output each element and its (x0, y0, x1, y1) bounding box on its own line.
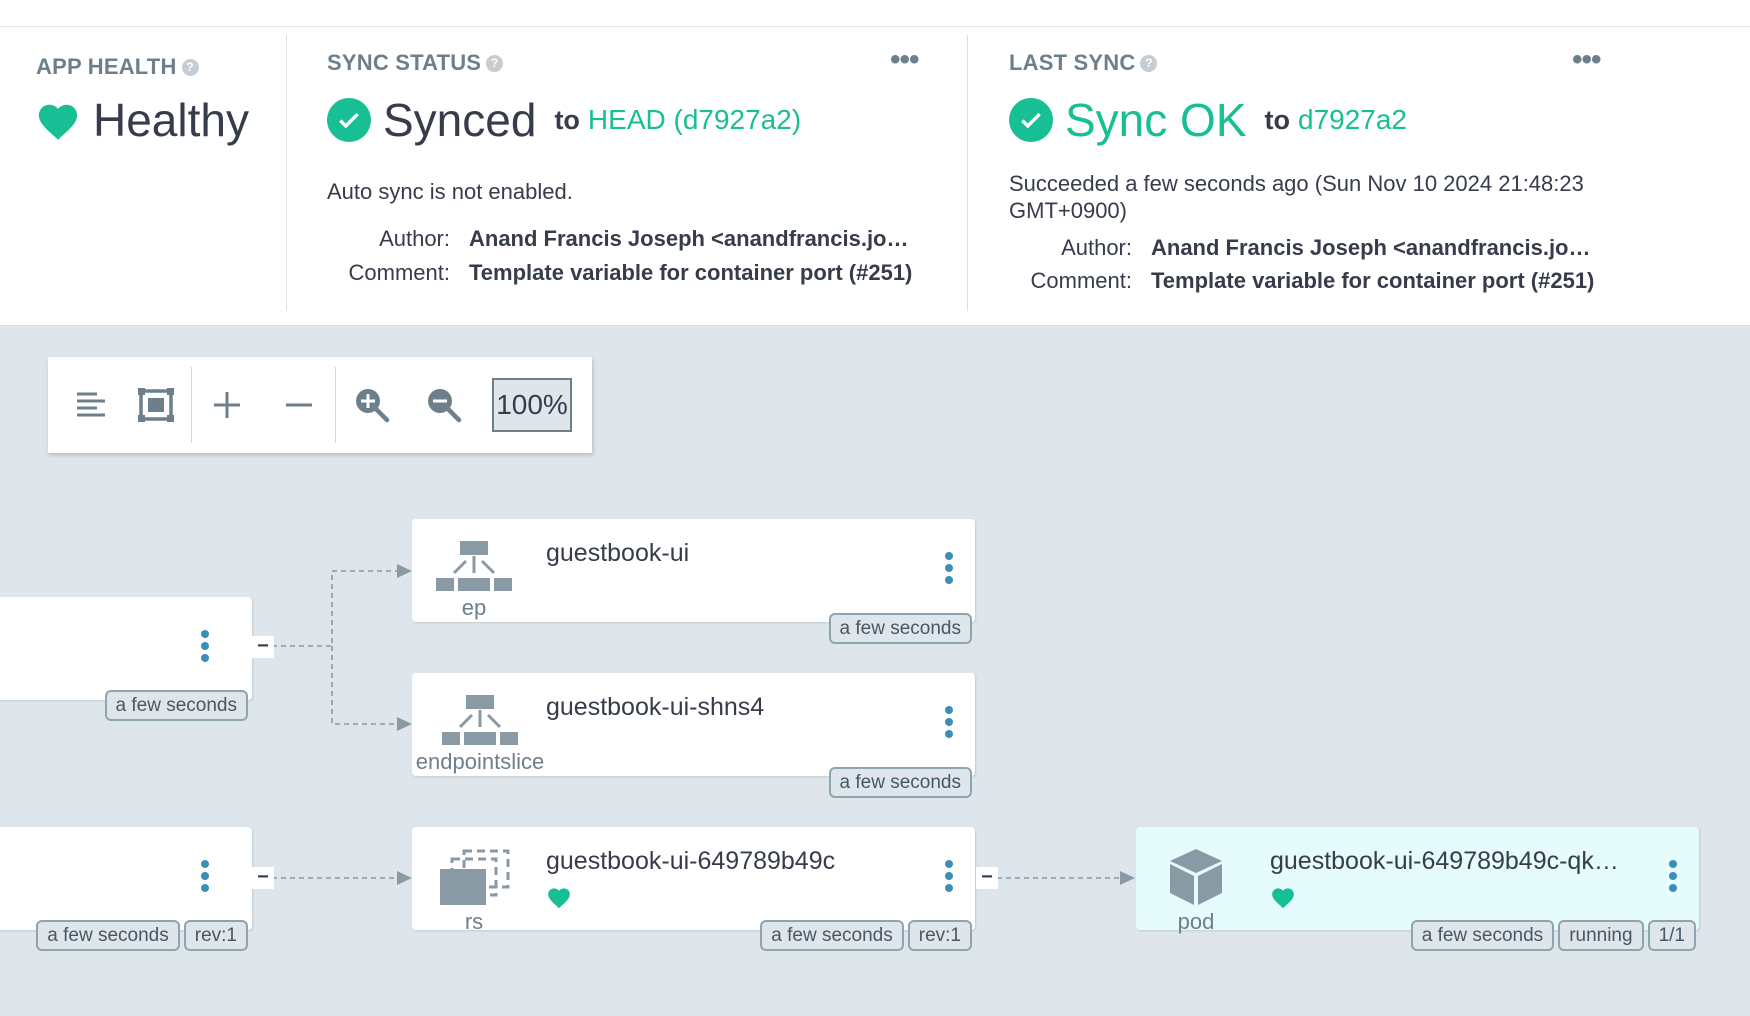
node-tag: rev:1 (907, 920, 972, 951)
node-menu-icon[interactable] (945, 860, 953, 892)
node-name[interactable]: guestbook-ui-649789b49c (546, 847, 926, 876)
edge-svc-ep (272, 570, 397, 647)
collapse-toggle[interactable]: − (252, 867, 274, 889)
graph-node-endpointslice[interactable]: endpointslice guestbook-ui-shns4 (412, 673, 975, 776)
node-menu-icon[interactable] (1669, 860, 1677, 892)
edge-svc-endpointslice (331, 646, 397, 725)
graph-node-ep[interactable]: ep guestbook-ui (412, 519, 975, 622)
node-kind-label: ep (461, 595, 487, 620)
node-menu-icon[interactable] (945, 552, 953, 584)
node-tags: a few seconds running 1/1 (1410, 920, 1696, 951)
collapse-toggle[interactable]: − (976, 867, 998, 889)
heart-icon (1272, 888, 1294, 909)
node-menu-icon[interactable] (201, 860, 209, 892)
graph-node-pod[interactable]: pod guestbook-ui-649789b49c-qk… (1136, 827, 1699, 934)
arrow-head (397, 717, 412, 731)
node-kind-label: pod (1177, 909, 1215, 934)
node-tag: a few seconds (828, 767, 972, 798)
graph-node-rs[interactable]: rs guestbook-ui-649789b49c (412, 827, 975, 934)
node-tag: a few seconds (104, 690, 248, 721)
network-icon (442, 695, 518, 745)
node-tag: a few seconds (1410, 920, 1555, 951)
node-kind-label: rs (464, 909, 484, 934)
node-tag: a few seconds (36, 920, 180, 951)
node-tag: a few seconds (760, 920, 904, 951)
node-tags: a few seconds (828, 613, 972, 644)
node-icon: rs (436, 849, 512, 935)
node-tag: rev:1 (183, 920, 248, 951)
node-icon: endpointslice (412, 695, 548, 775)
graph-node-service[interactable] (0, 597, 252, 700)
replicaset-icon (440, 849, 510, 905)
collapse-toggle[interactable]: − (252, 636, 274, 658)
node-kind-label: endpointslice (415, 749, 545, 774)
arrow-head (397, 871, 412, 885)
node-menu-icon[interactable] (945, 706, 953, 738)
node-tags: a few seconds rev:1 (760, 920, 972, 951)
node-tag: a few seconds (828, 613, 972, 644)
network-icon (436, 541, 512, 591)
arrow-head (397, 564, 412, 578)
node-tags: a few seconds rev:1 (36, 920, 248, 951)
cube-icon (1170, 849, 1222, 905)
heart-icon (548, 888, 570, 909)
node-tag: running (1558, 920, 1644, 951)
node-icon: ep (436, 541, 512, 621)
graph-node-deployment[interactable] (0, 827, 252, 930)
node-name[interactable]: guestbook-ui-649789b49c-qk… (1270, 847, 1630, 876)
node-tags: a few seconds (828, 767, 972, 798)
node-tags: a few seconds (104, 690, 248, 721)
arrow-head (1120, 871, 1135, 885)
node-name[interactable]: guestbook-ui (546, 539, 926, 568)
node-menu-icon[interactable] (201, 630, 209, 662)
node-icon: pod (1166, 847, 1226, 935)
node-tag: 1/1 (1647, 920, 1696, 951)
node-name[interactable]: guestbook-ui-shns4 (546, 693, 926, 722)
